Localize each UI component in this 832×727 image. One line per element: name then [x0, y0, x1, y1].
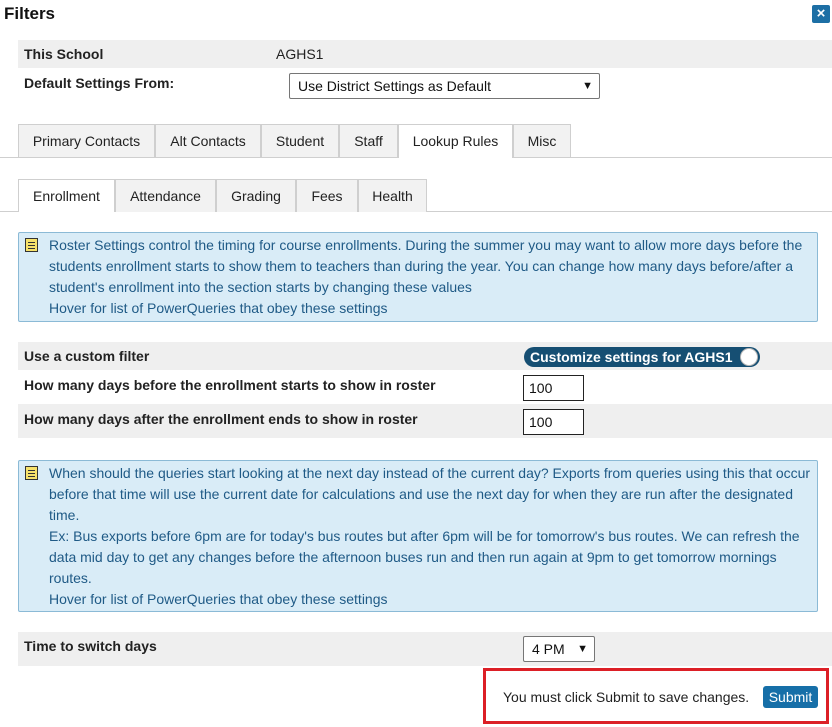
switch-days-value: 4 PM — [532, 641, 565, 657]
info-text: time. — [49, 507, 80, 523]
default-settings-select[interactable]: Use District Settings as Default ▼ — [289, 73, 600, 99]
school-row — [18, 40, 832, 68]
info-text: before that time will use the current da… — [49, 486, 793, 502]
note-icon — [25, 466, 38, 480]
school-label: This School — [24, 46, 104, 62]
chevron-down-icon: ▼ — [582, 80, 593, 92]
powerqueries-hover-link[interactable]: Hover for list of PowerQueries that obey… — [49, 300, 388, 316]
tab-misc[interactable]: Misc — [513, 124, 571, 157]
tab-fees[interactable]: Fees — [296, 179, 358, 212]
days-before-input[interactable]: 100 — [523, 375, 584, 401]
toggle-label: Customize settings for AGHS1 — [530, 349, 733, 365]
tab-grading[interactable]: Grading — [216, 179, 296, 212]
default-settings-label: Default Settings From: — [24, 75, 175, 91]
info-text: student's enrollment into the section st… — [49, 279, 472, 295]
customize-settings-toggle[interactable]: Customize settings for AGHS1 — [524, 347, 760, 367]
tab-primary-contacts[interactable]: Primary Contacts — [18, 124, 155, 157]
tab-attendance[interactable]: Attendance — [115, 179, 216, 212]
info-text: routes. — [49, 570, 92, 586]
tab-health[interactable]: Health — [358, 179, 427, 212]
tab-student[interactable]: Student — [261, 124, 339, 157]
info-text: Ex: Bus exports before 6pm are for today… — [49, 528, 800, 544]
note-icon — [25, 238, 38, 252]
switch-days-select[interactable]: 4 PM ▼ — [523, 636, 595, 662]
school-value: AGHS1 — [276, 46, 324, 62]
tab-staff[interactable]: Staff — [339, 124, 398, 157]
submit-button[interactable]: Submit — [763, 686, 818, 708]
save-reminder-text: You must click Submit to save changes. — [503, 689, 750, 705]
powerqueries-hover-link[interactable]: Hover for list of PowerQueries that obey… — [49, 591, 388, 607]
switch-days-info-box: When should the queries start looking at… — [18, 460, 818, 612]
roster-info-box: Roster Settings control the timing for c… — [18, 232, 818, 322]
days-before-label: How many days before the enrollment star… — [24, 377, 436, 393]
tab-lookup-rules[interactable]: Lookup Rules — [398, 124, 513, 158]
info-text: students enrollment starts to show them … — [49, 258, 794, 274]
chevron-down-icon: ▼ — [577, 643, 588, 655]
info-text: Roster Settings control the timing for c… — [49, 237, 803, 253]
custom-filter-label: Use a custom filter — [24, 348, 150, 364]
default-settings-value: Use District Settings as Default — [298, 78, 491, 94]
dialog-title: Filters — [4, 4, 56, 23]
tab-enrollment[interactable]: Enrollment — [18, 179, 115, 212]
info-text: data mid day to get any changes before t… — [49, 549, 777, 565]
days-after-label: How many days after the enrollment ends … — [24, 411, 418, 427]
close-icon[interactable]: × — [812, 5, 830, 23]
days-after-input[interactable]: 100 — [523, 409, 584, 435]
switch-days-label: Time to switch days — [24, 638, 157, 654]
toggle-knob — [740, 348, 758, 366]
tab-alt-contacts[interactable]: Alt Contacts — [155, 124, 261, 157]
info-text: When should the queries start looking at… — [49, 465, 811, 481]
